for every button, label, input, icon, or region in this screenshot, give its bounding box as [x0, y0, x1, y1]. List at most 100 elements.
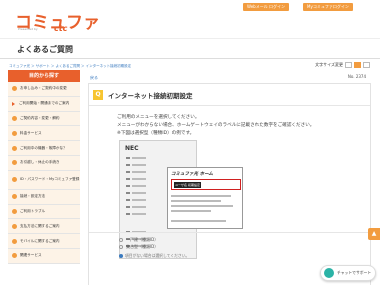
sidebar-title: 目的から探す	[8, 70, 80, 82]
led-mark	[126, 178, 130, 180]
sticker-text-line	[171, 220, 226, 222]
option-label: 集合型（種類ID）	[126, 244, 159, 249]
led-mark	[126, 199, 130, 201]
breadcrumb[interactable]: コミュファ光 ＞ サポート ＞ よくあるご質問 ＞ インターネット接続初期設定	[9, 64, 131, 69]
sidebar: 目的から探す お申し込み・ご契約中の変更 ご利用開始・開通までのご案内 ご契約内容・…	[8, 70, 80, 264]
font-size-large-button[interactable]	[363, 62, 370, 68]
info-icon	[119, 254, 123, 258]
led-label-mark	[132, 185, 146, 187]
bullet-icon	[12, 115, 17, 121]
arrow-icon	[12, 101, 15, 106]
sidebar-item-label: ID・パスワード・Myコミュファ登録	[20, 177, 80, 182]
bullet-icon	[12, 145, 17, 151]
sidebar-item[interactable]: ご契約内容・変更・解約	[8, 111, 80, 127]
led-mark	[126, 164, 130, 166]
faq-card: Q インターネット接続初期設定 ご利用のメニューを選択してください。 メニューが…	[88, 83, 371, 285]
sidebar-list: お申し込み・ご契約中の変更 ご利用開始・開通までのご案内 ご契約内容・変更・解約 料金…	[8, 82, 80, 264]
title-divider	[0, 58, 380, 59]
option-detached-house[interactable]: 一戸建（種類ID）	[119, 237, 158, 243]
sidebar-item-label: ご契約内容・変更・解約	[20, 115, 60, 120]
logo-brand-ctc: ctc	[54, 24, 68, 33]
chat-support-label: チャットでサポート	[337, 270, 372, 275]
sidebar-item-label: 支払方法に関するご案内	[20, 223, 60, 228]
sidebar-item-label: ご利用中の機器・故障かな？	[20, 145, 67, 150]
webmail-login-button[interactable]: Webメール ログイン	[243, 3, 289, 11]
sidebar-item[interactable]: 関連サービス	[8, 248, 80, 264]
faq-number: No. 2374	[347, 74, 366, 79]
option-note: 項目がない場合は選択してください。	[119, 253, 189, 259]
answer-line: メニューがわからない場合、ホームゲートウェイのラベルに記載された数字をご確認くだ…	[117, 123, 315, 128]
led-mark	[126, 185, 130, 187]
sidebar-item[interactable]: ご利用トラブル	[8, 204, 80, 220]
option-label: 一戸建（種類ID）	[126, 237, 159, 242]
sidebar-item[interactable]: ご利用開始・開通までのご案内	[8, 96, 80, 112]
font-size-label: 文字サイズ変更	[315, 62, 343, 67]
sidebar-item[interactable]: モバイルに関するご案内	[8, 234, 80, 249]
font-size-medium-button[interactable]	[354, 62, 361, 68]
radio-icon[interactable]	[119, 245, 123, 249]
sticker-text-line	[171, 205, 233, 207]
sticker-text-line	[171, 195, 231, 197]
option-note-text: 項目がない場合は選択してください。	[125, 253, 190, 258]
led-mark	[126, 157, 130, 159]
led-mark	[126, 171, 130, 173]
sidebar-item-label: 関連サービス	[20, 253, 42, 258]
font-size-switcher: 文字サイズ変更	[315, 62, 370, 68]
sidebar-item[interactable]: ID・パスワード・Myコミュファ登録	[8, 170, 80, 190]
radio-icon[interactable]	[119, 238, 123, 242]
answer-text: ご利用のメニューを選択してください。 メニューがわからない場合、ホームゲートウェ…	[117, 114, 314, 138]
font-size-small-button[interactable]	[345, 62, 352, 68]
sidebar-item[interactable]: お申し込み・ご契約中の変更	[8, 82, 80, 97]
back-link[interactable]: 戻る	[90, 75, 98, 81]
sidebar-item[interactable]: お引越し・休止の手続き	[8, 155, 80, 171]
bullet-icon	[12, 208, 17, 214]
bullet-icon	[12, 238, 17, 244]
sidebar-item[interactable]: 料金サービス	[8, 126, 80, 142]
sidebar-item[interactable]: ご利用中の機器・故障かな？	[8, 141, 80, 156]
question-badge: Q	[93, 90, 103, 100]
answer-line: ※下図は選択型（種類ID）の例です。	[117, 131, 195, 136]
answer-line: ご利用のメニューを選択してください。	[117, 115, 200, 120]
sidebar-item[interactable]: 支払方法に関するご案内	[8, 219, 80, 235]
page-top-tab[interactable]: ▲	[368, 228, 380, 240]
sidebar-item[interactable]: 接続・設定方法	[8, 189, 80, 205]
question-title: インターネット接続初期設定	[108, 92, 193, 100]
sidebar-item-label: ご利用開始・開通までのご案内	[19, 101, 70, 106]
bullet-icon	[12, 130, 17, 136]
led-label-mark	[132, 199, 146, 201]
sidebar-item-label: 料金サービス	[20, 130, 42, 135]
bullet-icon	[12, 160, 17, 166]
device-brand: NEC	[125, 145, 139, 152]
question-header: Q インターネット接続初期設定	[93, 90, 193, 100]
options-divider	[89, 232, 370, 233]
led-label-mark	[132, 157, 146, 159]
led-label-mark	[132, 171, 146, 173]
my-commufa-login-button[interactable]: Myコミュファログイン	[303, 3, 353, 11]
bullet-icon	[12, 86, 17, 92]
header-divider	[0, 38, 380, 39]
sidebar-item-label: お申し込み・ご契約中の変更	[20, 86, 67, 91]
card-divider	[89, 105, 370, 106]
led-label-mark	[132, 206, 146, 208]
sidebar-item-label: お引越し・休止の手続き	[20, 160, 60, 165]
sidebar-item-label: モバイルに関するご案内	[20, 238, 60, 243]
bullet-icon	[12, 194, 17, 200]
led-mark	[126, 213, 130, 215]
sidebar-item-label: ご利用トラブル	[20, 208, 46, 213]
chat-support-button[interactable]: チャットでサポート	[320, 265, 376, 281]
chat-icon	[324, 268, 334, 278]
bullet-icon	[12, 223, 17, 229]
logo-presented-by: Presented by	[18, 27, 38, 31]
sticker-text-line	[171, 200, 221, 202]
sticker-highlight: ユーザ名 初期設定	[171, 179, 241, 190]
led-label-mark	[132, 178, 146, 180]
sticker-text-line	[171, 210, 211, 212]
led-label-mark	[132, 213, 146, 215]
led-label-mark	[132, 164, 146, 166]
bullet-icon	[12, 253, 17, 259]
sticker-title: コミュファ光 ホーム	[171, 172, 213, 177]
sidebar-item-label: 接続・設定方法	[20, 194, 46, 199]
option-apartment[interactable]: 集合型（種類ID）	[119, 244, 158, 250]
led-mark	[126, 192, 130, 194]
led-mark	[126, 206, 130, 208]
